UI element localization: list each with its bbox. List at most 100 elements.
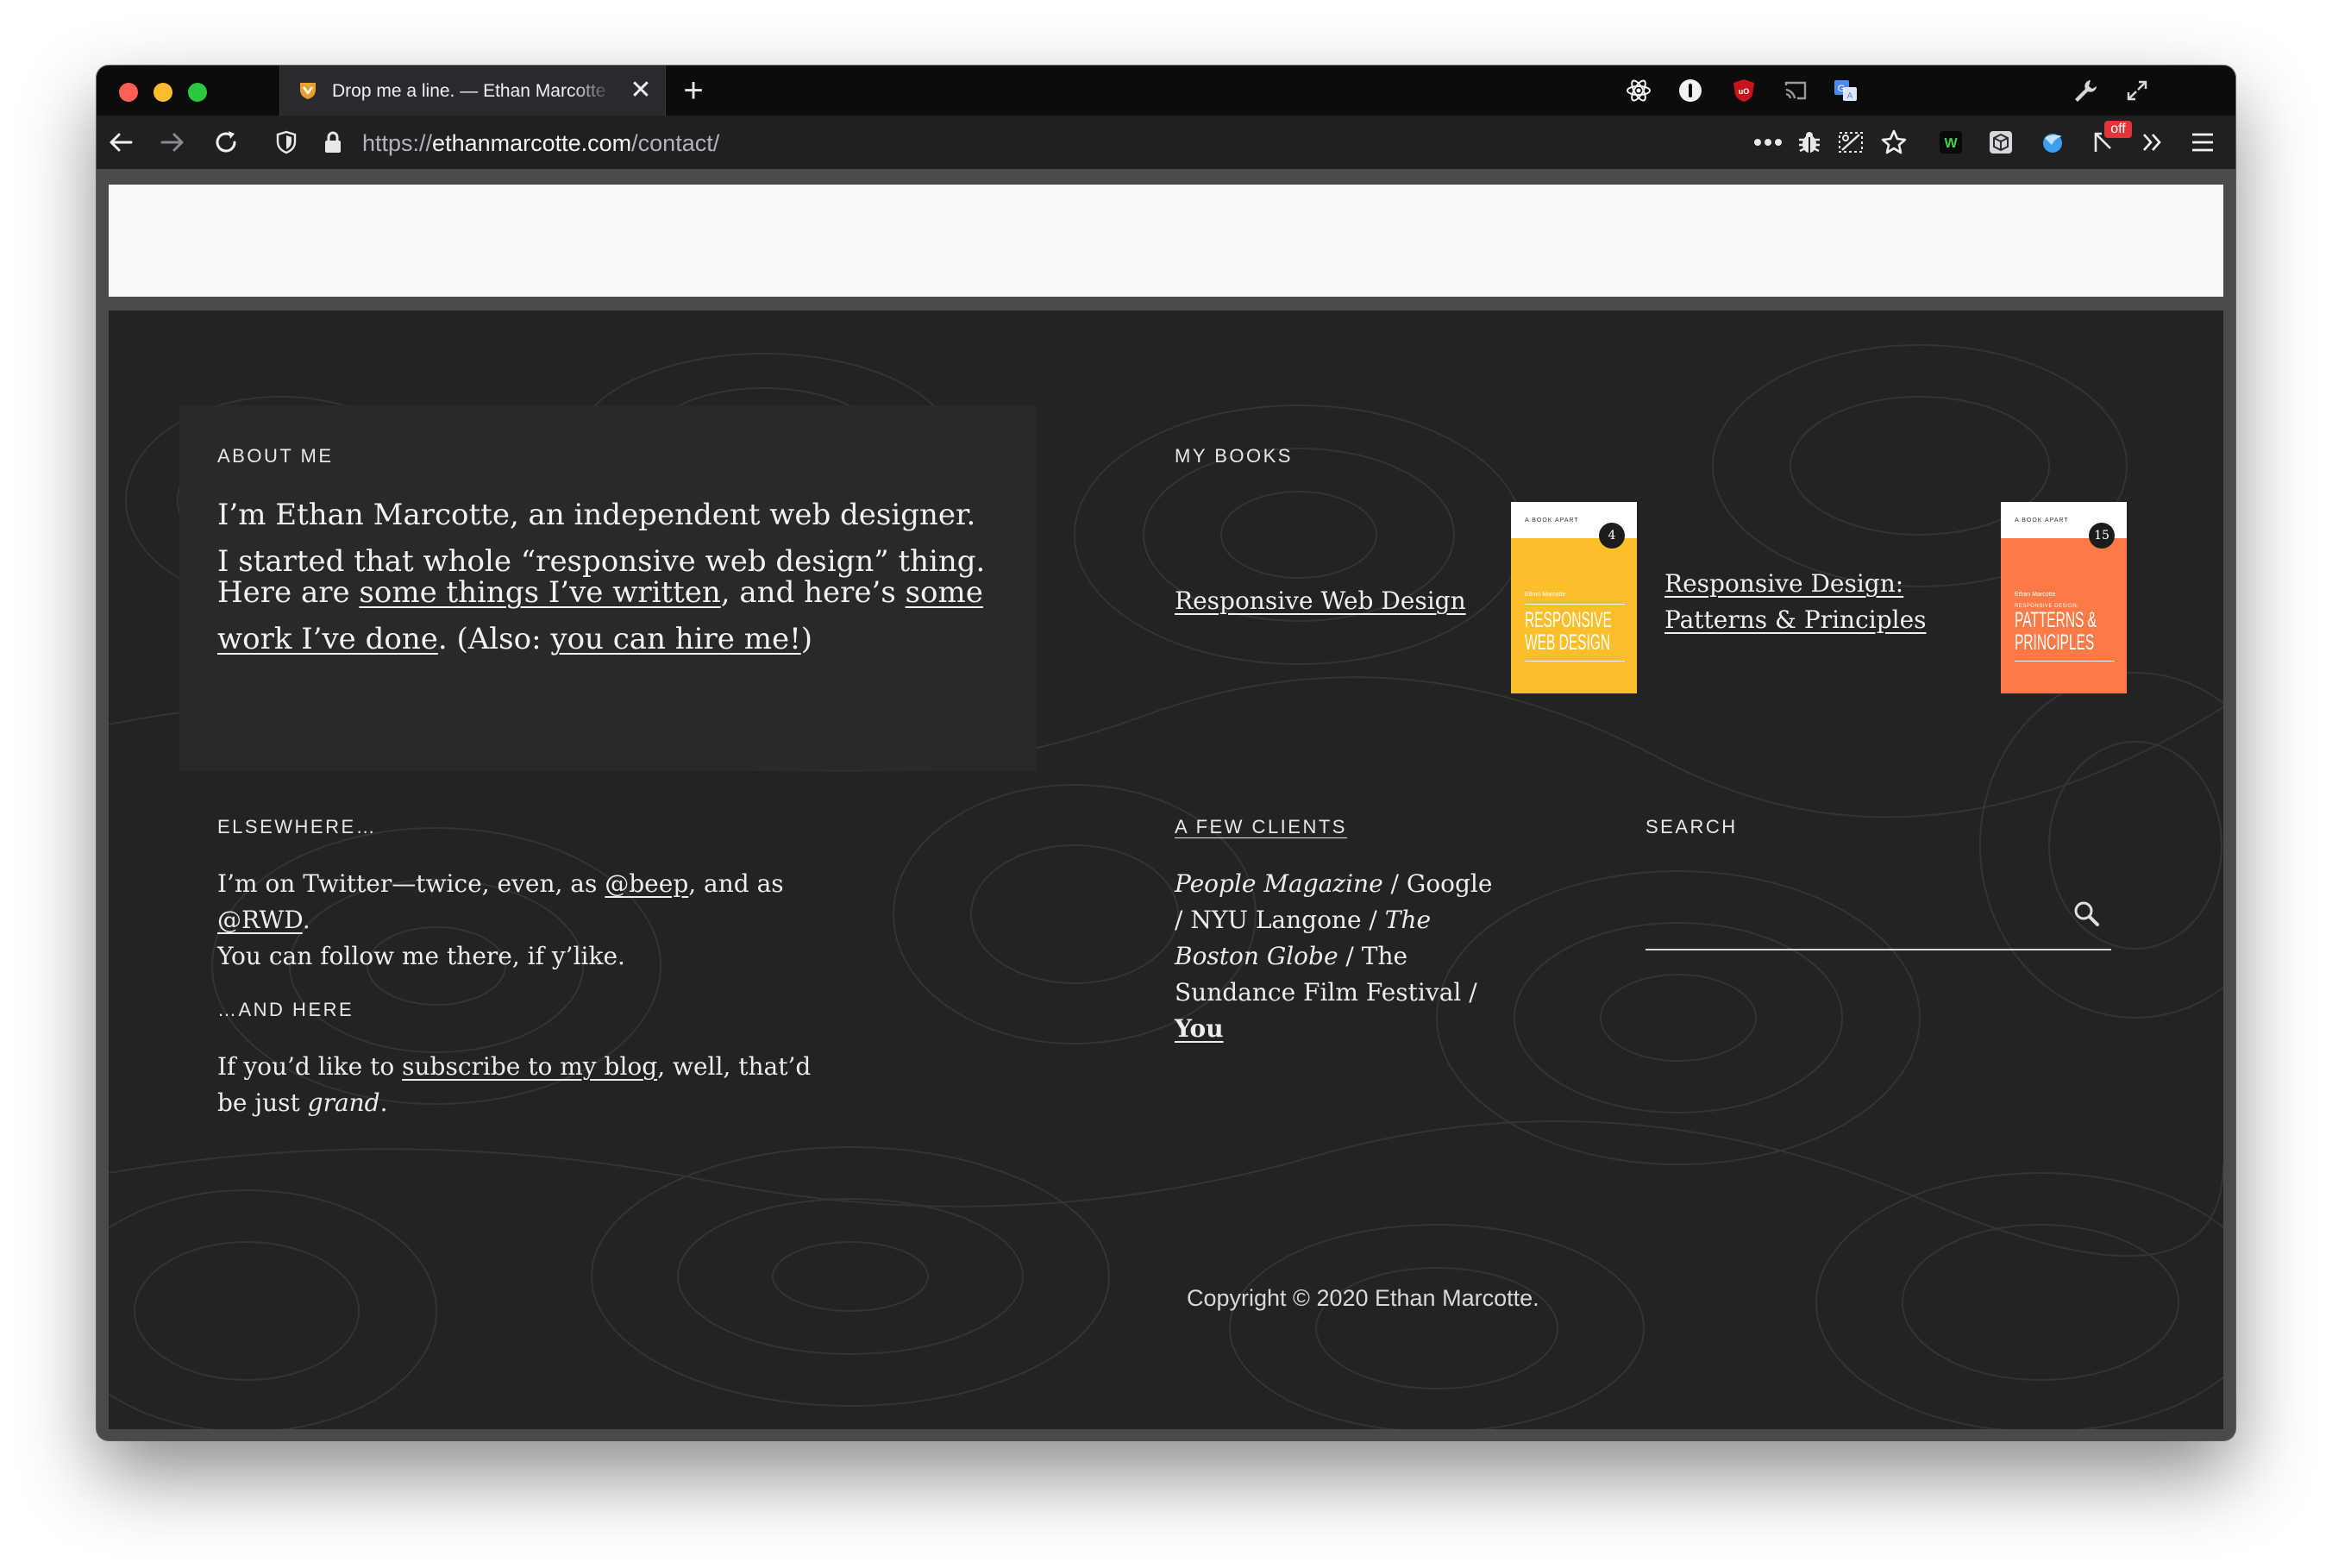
extension-bird-icon[interactable]: [2037, 127, 2068, 158]
svg-text:G: G: [1838, 84, 1846, 94]
about-text-3: . (Also:: [437, 622, 551, 656]
search-icon[interactable]: [2070, 897, 2104, 931]
subscribe-blog-link[interactable]: subscribe to my blog: [402, 1052, 657, 1081]
page-header-area: [109, 185, 2223, 297]
site-favicon-icon: [300, 83, 316, 99]
book-title-line-2: Patterns & Principles: [1664, 605, 1927, 634]
forward-button[interactable]: [157, 127, 188, 158]
tab-bar: Drop me a line. — Ethan Marcotte ✕ + uO …: [97, 66, 2235, 116]
book-cover-patterns-principles[interactable]: A BOOK APART 15 Ethan Marcotte RESPONSIV…: [2001, 502, 2127, 693]
and-here-text-3: .: [379, 1088, 388, 1117]
hamburger-menu-icon[interactable]: [2187, 127, 2218, 158]
cover-publisher: A BOOK APART: [2015, 517, 2069, 524]
and-here-text: If you’d like to subscribe to my blog, w…: [217, 1049, 812, 1121]
url-field[interactable]: https://ethanmarcotte.com/contact/: [362, 130, 719, 156]
back-button[interactable]: [105, 127, 136, 158]
book-cover-responsive-web-design[interactable]: A BOOK APART 4 Ethan Marcotte RESPONSIVE…: [1511, 502, 1637, 693]
book-link-responsive-web-design[interactable]: Responsive Web Design: [1175, 583, 1466, 619]
close-window-button[interactable]: [119, 83, 138, 102]
and-here-text-1: If you’d like to: [217, 1052, 403, 1081]
url-domain: ethanmarcotte.com: [432, 130, 632, 156]
clients-list: People Magazine / Google / NYU Langone /…: [1175, 866, 1502, 1047]
search-input[interactable]: [1646, 894, 2059, 945]
cover-number-badge: 4: [1599, 523, 1625, 549]
elsewhere-text-3: .: [302, 906, 310, 934]
book-link-patterns-principles[interactable]: Responsive Design: Patterns & Principles: [1664, 566, 1927, 638]
react-devtools-icon[interactable]: [1625, 77, 1652, 104]
bookmark-star-icon[interactable]: [1878, 127, 1909, 158]
overflow-chevron-icon[interactable]: [2137, 127, 2168, 158]
cover-publisher: A BOOK APART: [1525, 517, 1579, 524]
about-text-4: ): [800, 622, 813, 656]
search-heading: SEARCH: [1646, 816, 1738, 837]
tab-title: Drop me a line. — Ethan Marcotte: [332, 81, 606, 101]
cast-icon[interactable]: [1782, 77, 1809, 104]
cover-rule: [1525, 604, 1625, 605]
extension-w-icon[interactable]: W: [1935, 127, 1966, 158]
cover-title: PATTERNS & PRINCIPLES: [2015, 608, 2097, 655]
extension-off-badge: off: [2104, 121, 2132, 138]
elsewhere-heading: ELSEWHERE…: [217, 816, 378, 837]
elsewhere-text-4: You can follow me there, if y’like.: [217, 942, 625, 970]
cover-title-line-2: PRINCIPLES: [2015, 630, 2095, 655]
client-sep: /: [1382, 869, 1407, 898]
client-google: Google: [1406, 869, 1493, 898]
translate-icon[interactable]: GA: [1832, 77, 1859, 104]
client-sep: /: [1175, 906, 1191, 934]
screenshot-icon[interactable]: [1835, 127, 1866, 158]
ublock-origin-icon[interactable]: uO: [1730, 77, 1758, 104]
new-tab-button[interactable]: +: [676, 73, 711, 109]
beep-twitter-link[interactable]: @beep: [605, 869, 688, 898]
browser-window: Drop me a line. — Ethan Marcotte ✕ + uO …: [97, 66, 2235, 1440]
cover-rule-bottom: [1525, 661, 1625, 662]
minimize-window-button[interactable]: [154, 83, 172, 102]
cover-author: Ethan Marcotte: [2015, 592, 2056, 598]
tab-close-icon[interactable]: ✕: [629, 78, 653, 103]
about-me-heading: ABOUT ME: [217, 445, 334, 467]
bug-icon[interactable]: [1794, 127, 1825, 158]
cover-rule-bottom: [2015, 661, 2115, 662]
svg-text:uO: uO: [1739, 87, 1750, 96]
and-here-heading: …AND HERE: [217, 999, 354, 1020]
svg-text:A: A: [1847, 91, 1853, 101]
password-manager-icon[interactable]: [1677, 77, 1704, 104]
client-sep: /: [1361, 906, 1385, 934]
search-underline: [1646, 949, 2111, 950]
cover-title: RESPONSIVE WEB DESIGN: [1525, 608, 1612, 654]
cover-title-line-1: PATTERNS &: [2015, 608, 2097, 632]
navigation-bar: https://ethanmarcotte.com/contact/ W off: [97, 116, 2235, 169]
url-path: /contact/: [631, 130, 720, 156]
tab-active[interactable]: Drop me a line. — Ethan Marcotte ✕: [279, 66, 666, 116]
page-actions-more-icon[interactable]: [1752, 127, 1783, 158]
reload-button[interactable]: [210, 127, 241, 158]
things-written-link[interactable]: some things I’ve written: [359, 575, 720, 610]
tracking-protection-shield-icon[interactable]: [271, 127, 302, 158]
wrench-icon[interactable]: [2072, 77, 2099, 104]
elsewhere-text-1: I’m on Twitter—twice, even, as: [217, 869, 605, 898]
elsewhere-text-2: , and as: [688, 869, 784, 898]
extension-cube-icon[interactable]: [1985, 127, 2016, 158]
cover-title-line-1: RESPONSIVE: [1525, 608, 1612, 632]
url-scheme: https://: [362, 130, 433, 156]
about-text-1: Here are: [217, 575, 360, 610]
client-you-link[interactable]: You: [1175, 1014, 1224, 1043]
page-viewport: ABOUT ME I’m Ethan Marcotte, an independ…: [109, 185, 2223, 1429]
cover-number-badge: 15: [2089, 523, 2115, 549]
fullscreen-icon[interactable]: [2123, 77, 2151, 104]
copyright-notice: Copyright © 2020 Ethan Marcotte.: [1187, 1285, 1539, 1311]
rwd-twitter-link[interactable]: @RWD: [217, 906, 303, 934]
cover-author: Ethan Marcotte: [1525, 592, 1566, 598]
clients-heading[interactable]: A FEW CLIENTS: [1175, 816, 1347, 838]
about-me-links-paragraph: Here are some things I’ve written, and h…: [217, 569, 994, 662]
svg-text:W: W: [1944, 136, 1958, 151]
client-sep: /: [1461, 978, 1477, 1007]
and-here-grand: grand: [307, 1088, 380, 1117]
my-books-heading: MY BOOKS: [1175, 445, 1293, 467]
elsewhere-text: I’m on Twitter—twice, even, as @beep, an…: [217, 866, 873, 975]
zoom-window-button[interactable]: [188, 83, 207, 102]
hire-me-link[interactable]: you can hire me!: [550, 622, 800, 656]
client-nyu: NYU Langone: [1190, 906, 1362, 934]
lock-icon[interactable]: [317, 127, 348, 158]
client-people: People Magazine: [1175, 869, 1383, 898]
client-sep: /: [1338, 942, 1362, 970]
